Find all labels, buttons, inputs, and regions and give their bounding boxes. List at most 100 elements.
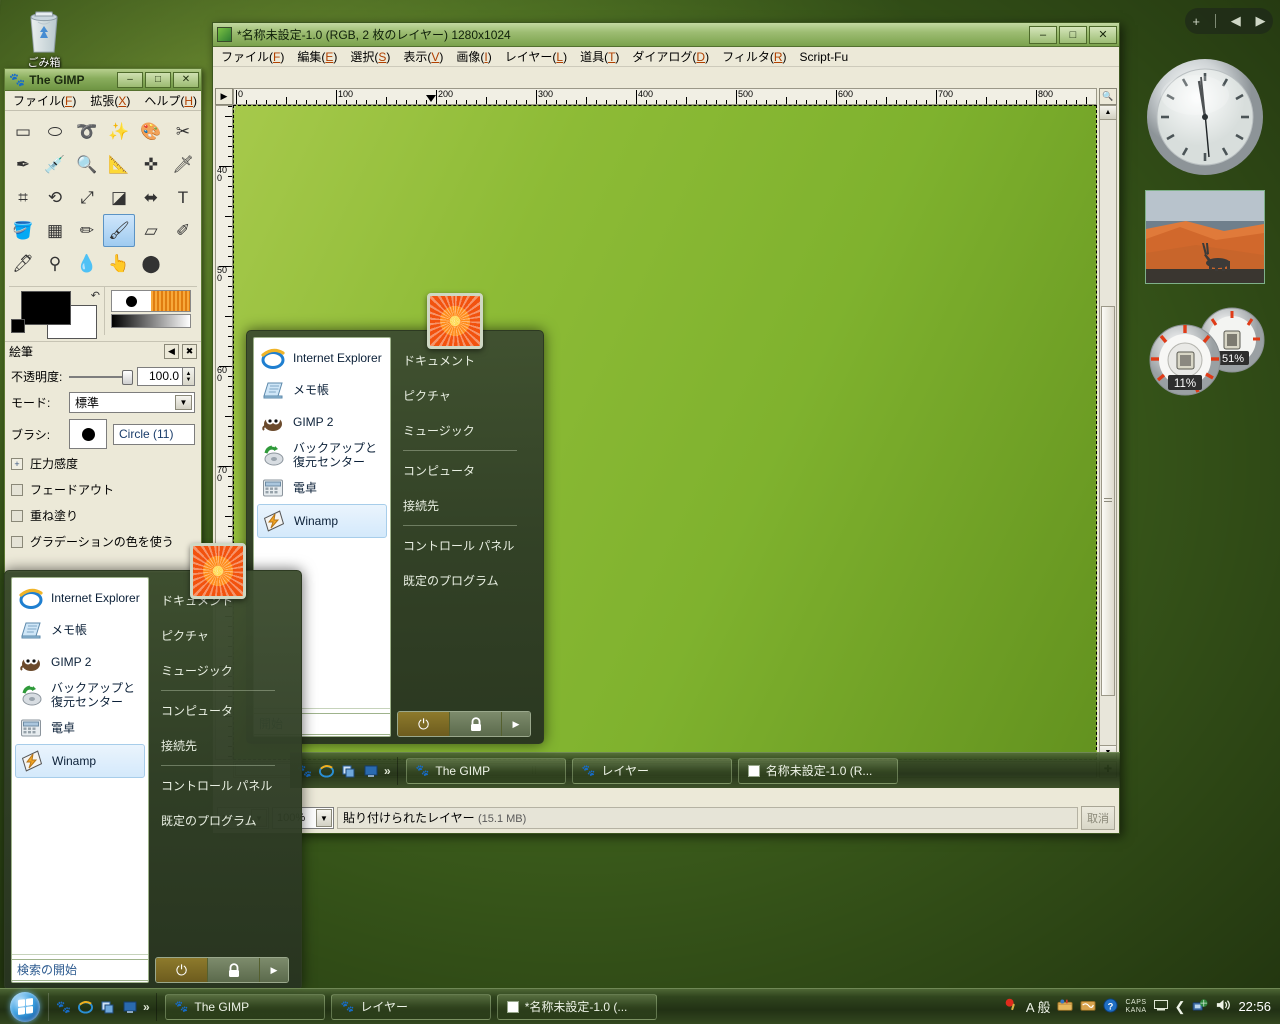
scale-icon[interactable]: ⤢ [71, 181, 103, 214]
overpaint-row[interactable]: 重ね塗り [11, 507, 195, 524]
rect-select-icon[interactable]: ▭ [7, 115, 39, 148]
zoom-icon[interactable]: 🔍 [71, 148, 103, 181]
color-swatches[interactable]: ↶ [9, 287, 104, 339]
gimp-menu-item-7[interactable]: ダイアログ(D) [632, 48, 709, 65]
gimp-menu-item-5[interactable]: レイヤー(L) [505, 48, 567, 65]
expander-icon[interactable]: + [11, 457, 23, 470]
toolbox-menu-item-0[interactable]: ファイル(F) [13, 92, 76, 109]
gradient-color-checkbox[interactable] [11, 535, 23, 548]
horizontal-ruler[interactable]: 0 100 200 300 400 500 600 700 800 [233, 88, 1097, 105]
canvas-vertical-scrollbar[interactable]: ▲ ▼ [1099, 105, 1117, 760]
start-menu-upper-place-4[interactable]: 接続先 [401, 488, 519, 523]
rotate-icon[interactable]: ⟲ [39, 181, 71, 214]
start-menu-item-5[interactable]: Winamp [15, 744, 145, 778]
paths-icon[interactable]: ✒ [7, 148, 39, 181]
overpaint-checkbox[interactable] [11, 509, 23, 522]
user-avatar-upper[interactable] [427, 293, 483, 349]
chevron-down-icon[interactable]: ▼ [316, 809, 332, 827]
toolbox-tools-grid[interactable]: ▭ ⬭ ➰ ✨ 🎨 ✂ ✒ 💉 🔍 📐 ✜ 🗡 ⌗ ⟲ ⤢ ◪ ⬌ T 🪣 ▦ ✏ 🖌 ▱ ✐ 🖊 ⚲ 💧 👆 ⬤ [5, 111, 201, 284]
taskbar-clock[interactable]: 22:56 [1238, 999, 1271, 1014]
switch-window-icon[interactable] [340, 762, 357, 779]
quick-launch-overlay[interactable]: 🐾 » [290, 756, 398, 785]
gimp-window-maximize-button[interactable]: □ [1059, 25, 1087, 44]
taskbar-overlay-buttons[interactable]: 🐾 The GIMP 🐾 レイヤー 名称未設定-1.0 (R... [405, 757, 898, 784]
start-menu-item-3[interactable]: バックアップと復元センター [12, 678, 148, 712]
power-button-upper[interactable]: ⏻ [398, 712, 450, 736]
start-menu-place-5[interactable]: コントロール パネル [159, 768, 277, 803]
lock-button[interactable] [208, 958, 260, 982]
brush-preview[interactable] [111, 290, 191, 312]
smudge-icon[interactable]: 👆 [103, 247, 135, 280]
more-options-button-upper[interactable]: ▶ [502, 712, 530, 736]
fadeout-checkbox[interactable] [11, 483, 23, 496]
start-menu-place-6[interactable]: 既定のプログラム [159, 803, 277, 838]
toolbox-maximize-button[interactable]: □ [145, 71, 171, 88]
internet-explorer-icon[interactable] [318, 762, 335, 779]
gimp-window-menubar[interactable]: ファイル(F) 編集(E) 選択(S) 表示(V) 画像(I) レイヤー(L) 道具(T) ダ… [213, 47, 1119, 67]
ellipse-select-icon[interactable]: ⬭ [39, 115, 71, 148]
start-menu-upper-place-1[interactable]: ピクチャ [401, 378, 519, 413]
zoom-image-button[interactable]: 🔍 [1099, 88, 1117, 105]
gimp-toolbox-window[interactable]: 🐾 The GIMP – □ ✕ ファイル(F) 拡張(X) ヘルプ(H) ▭ ⬭ ➰ ✨… [4, 68, 202, 573]
start-menu-upper-item-4[interactable]: 電卓 [254, 472, 390, 504]
brush-pattern-gradient-previews[interactable] [104, 287, 197, 335]
user-avatar[interactable] [190, 543, 246, 599]
gimp-menu-item-3[interactable]: 表示(V) [403, 48, 443, 65]
opacity-value[interactable]: 100.0 [137, 367, 183, 386]
cpu-memory-meter-gadget[interactable]: 51% 11% [1140, 305, 1270, 400]
toolbox-titlebar[interactable]: 🐾 The GIMP – □ ✕ [5, 69, 201, 91]
pressure-sensitivity-row[interactable]: + 圧力感度 [11, 455, 195, 472]
ime-pad-icon[interactable] [1080, 998, 1097, 1015]
dock-menu-icon[interactable]: ◀ [164, 344, 179, 359]
caps-kana-indicator[interactable]: CAPS KANA [1125, 999, 1146, 1015]
start-menu-place-4[interactable]: 接続先 [159, 728, 277, 763]
start-menu-upper-place-3[interactable]: コンピュータ [401, 453, 519, 488]
taskbar-overlay[interactable]: 🐾 » 🐾 The GIMP 🐾 レイヤー 名称未設定-1.0 (R... [290, 752, 1120, 788]
lock-button-upper[interactable] [450, 712, 502, 736]
start-menu-item-4[interactable]: 電卓 [12, 712, 148, 744]
swap-colors-icon[interactable]: ↶ [91, 289, 100, 302]
start-search-input[interactable]: 検索の開始 [11, 959, 149, 981]
start-menu-left-column[interactable]: Internet Explorer メモ帳 GIMP 2 バックアップと復元センター電… [11, 577, 149, 983]
show-desktop-icon[interactable] [121, 998, 138, 1015]
desktop-icon-recycle-bin[interactable]: ごみ箱 [8, 2, 80, 70]
taskbar-overlay-button-1[interactable]: 🐾 レイヤー [571, 757, 732, 784]
power-buttons-upper[interactable]: ⏻ ▶ [397, 711, 531, 737]
start-menu-upper-place-2[interactable]: ミュージック [401, 413, 519, 448]
chevron-down-icon[interactable]: ▼ [175, 395, 192, 410]
ink-icon[interactable]: ✐ [167, 214, 199, 247]
volume-icon[interactable] [1215, 998, 1231, 1015]
gradient-icon[interactable]: ▦ [39, 214, 71, 247]
pattern-preview[interactable] [151, 291, 190, 311]
start-orb[interactable] [2, 991, 48, 1023]
toolbox-close-button[interactable]: ✕ [173, 71, 199, 88]
start-menu-upper-item-2[interactable]: GIMP 2 [254, 406, 390, 438]
start-menu-item-1[interactable]: メモ帳 [12, 614, 148, 646]
switch-window-icon[interactable] [99, 998, 116, 1015]
ime-tools-icon[interactable] [1057, 998, 1074, 1015]
paintbrush-icon[interactable]: 🖌 [103, 214, 135, 247]
internet-explorer-icon[interactable] [77, 998, 94, 1015]
power-buttons[interactable]: ⏻ ▶ [155, 957, 289, 983]
taskbar-overlay-button-0[interactable]: 🐾 The GIMP [405, 757, 566, 784]
start-menu-bottom[interactable]: 検索の開始 ⏻ ▶ [11, 957, 295, 983]
clock-gadget[interactable] [1143, 55, 1267, 179]
gadget-next-button[interactable]: ▶ [1256, 13, 1266, 29]
start-menu-pinned-list[interactable]: Internet Explorer メモ帳 GIMP 2 バックアップと復元センター電… [12, 578, 148, 954]
toolbox-menu-item-2[interactable]: ヘルプ(H) [144, 92, 197, 109]
show-hidden-icons-button[interactable]: ❮ [1175, 999, 1186, 1015]
start-menu-upper-place-6[interactable]: 既定のプログラム [401, 563, 519, 598]
ime-mode-indicator[interactable]: A 般 [1026, 997, 1051, 1016]
quick-launch-bar[interactable]: 🐾 » [48, 992, 157, 1021]
start-menu-upper-item-1[interactable]: メモ帳 [254, 374, 390, 406]
gimp-icon[interactable]: 🐾 [55, 998, 72, 1015]
show-desktop-icon[interactable] [362, 762, 379, 779]
foreground-color-swatch[interactable] [21, 291, 71, 325]
brush-select-button[interactable] [69, 419, 107, 449]
color-picker-icon[interactable]: 💉 [39, 148, 71, 181]
keyboard-icon[interactable] [1153, 999, 1168, 1014]
toolbox-menubar[interactable]: ファイル(F) 拡張(X) ヘルプ(H) [5, 91, 201, 111]
vertical-scroll-thumb[interactable] [1101, 306, 1115, 696]
gadget-dock[interactable]: + ◀ ▶ [1185, 8, 1273, 34]
gimp-window-close-button[interactable]: ✕ [1089, 25, 1117, 44]
